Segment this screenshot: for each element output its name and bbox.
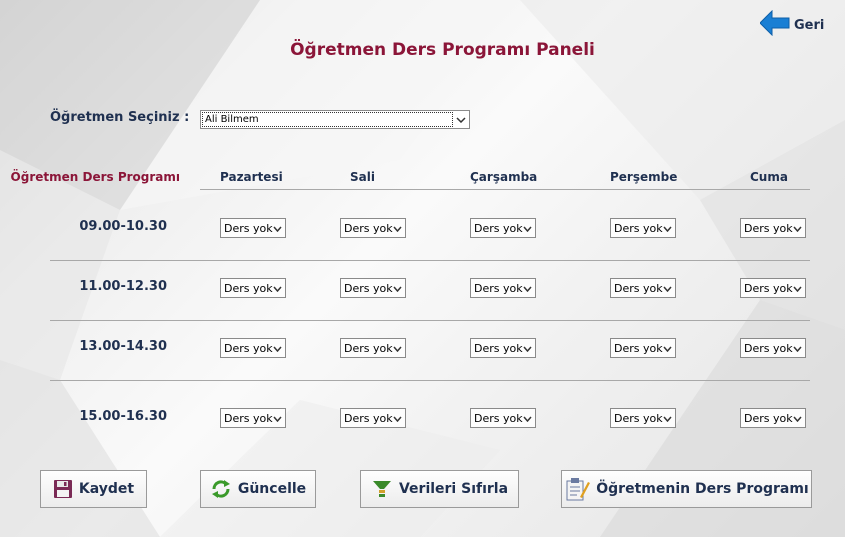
lesson-select-value: Ders yok xyxy=(614,221,663,235)
page-title: Öğretmen Ders Programı Paneli xyxy=(290,40,595,60)
lesson-select-value: Ders yok xyxy=(344,281,393,295)
save-label: Kaydet xyxy=(78,481,135,497)
lesson-select-value: Ders yok xyxy=(224,281,273,295)
lesson-select-value: Ders yok xyxy=(474,411,523,425)
lesson-select[interactable]: Ders yok xyxy=(740,338,806,358)
day-header-pazartesi: Pazartesi xyxy=(220,170,283,184)
refresh-icon xyxy=(210,478,232,500)
lesson-select[interactable]: Ders yok xyxy=(610,278,676,298)
lesson-select-value: Ders yok xyxy=(224,221,273,235)
time-slot-label: 09.00-10.30 xyxy=(79,219,167,234)
lesson-select-value: Ders yok xyxy=(744,221,793,235)
lesson-select[interactable]: Ders yok xyxy=(610,218,676,238)
lesson-select-value: Ders yok xyxy=(344,221,393,235)
chevron-down-icon xyxy=(273,412,282,425)
lesson-select[interactable]: Ders yok xyxy=(470,338,536,358)
row-divider xyxy=(50,380,810,381)
row-divider xyxy=(50,320,810,321)
chevron-down-icon xyxy=(793,412,802,425)
lesson-select[interactable]: Ders yok xyxy=(470,408,536,428)
chevron-down-icon xyxy=(523,222,532,235)
update-button[interactable]: Güncelle xyxy=(200,470,316,508)
teacher-select[interactable]: Ali Bilmem xyxy=(200,110,470,129)
update-label: Güncelle xyxy=(237,481,307,497)
teacher-schedule-label: Öğretmenin Ders Programı xyxy=(596,481,809,497)
lesson-select-value: Ders yok xyxy=(614,281,663,295)
chevron-down-icon xyxy=(393,412,402,425)
lesson-select[interactable]: Ders yok xyxy=(740,278,806,298)
lesson-select-value: Ders yok xyxy=(344,341,393,355)
time-slot-label: 15.00-16.30 xyxy=(79,409,167,424)
save-button[interactable]: Kaydet xyxy=(40,470,147,508)
background-polygons xyxy=(0,0,845,537)
chevron-down-icon xyxy=(663,222,672,235)
lesson-select-value: Ders yok xyxy=(744,281,793,295)
chevron-down-icon xyxy=(663,412,672,425)
header-divider xyxy=(200,189,810,190)
chevron-down-icon xyxy=(393,342,402,355)
lesson-select[interactable]: Ders yok xyxy=(220,278,286,298)
day-header-persembe: Perşembe xyxy=(610,170,678,184)
chevron-down-icon xyxy=(393,222,402,235)
chevron-down-icon xyxy=(273,282,282,295)
teacher-select-value: Ali Bilmem xyxy=(202,112,453,127)
funnel-icon xyxy=(371,478,393,500)
lesson-select[interactable]: Ders yok xyxy=(740,218,806,238)
schedule-corner-label: Öğretmen Ders Programı xyxy=(10,170,180,184)
lesson-select[interactable]: Ders yok xyxy=(220,218,286,238)
clipboard-pencil-icon xyxy=(564,476,591,502)
teacher-select-label: Öğretmen Seçiniz : xyxy=(50,110,190,125)
day-header-carsamba: Çarşamba xyxy=(470,170,538,184)
chevron-down-icon xyxy=(793,342,802,355)
lesson-select[interactable]: Ders yok xyxy=(340,338,406,358)
reset-label: Verileri Sıfırla xyxy=(398,481,509,497)
lesson-select-value: Ders yok xyxy=(744,341,793,355)
chevron-down-icon xyxy=(523,342,532,355)
lesson-select-value: Ders yok xyxy=(744,411,793,425)
chevron-down-icon xyxy=(663,342,672,355)
lesson-select[interactable]: Ders yok xyxy=(610,408,676,428)
back-button[interactable]: Geri xyxy=(759,9,830,40)
lesson-select-value: Ders yok xyxy=(224,341,273,355)
teacher-schedule-button[interactable]: Öğretmenin Ders Programı xyxy=(561,470,812,508)
chevron-down-icon xyxy=(273,342,282,355)
day-header-cuma: Cuma xyxy=(750,170,788,184)
chevron-down-icon xyxy=(793,282,802,295)
floppy-disk-icon xyxy=(53,479,73,499)
lesson-select-value: Ders yok xyxy=(614,341,663,355)
arrow-left-icon xyxy=(759,9,790,40)
lesson-select-value: Ders yok xyxy=(224,411,273,425)
lesson-select-value: Ders yok xyxy=(474,221,523,235)
chevron-down-icon xyxy=(523,412,532,425)
lesson-select-value: Ders yok xyxy=(474,281,523,295)
chevron-down-icon xyxy=(453,116,469,123)
chevron-down-icon xyxy=(793,222,802,235)
row-divider xyxy=(50,260,810,261)
lesson-select[interactable]: Ders yok xyxy=(220,338,286,358)
lesson-select-value: Ders yok xyxy=(474,341,523,355)
back-label: Geri xyxy=(794,17,825,33)
lesson-select-value: Ders yok xyxy=(344,411,393,425)
lesson-select-value: Ders yok xyxy=(614,411,663,425)
lesson-select[interactable]: Ders yok xyxy=(470,278,536,298)
day-header-sali: Sali xyxy=(350,170,375,184)
chevron-down-icon xyxy=(663,282,672,295)
chevron-down-icon xyxy=(523,282,532,295)
chevron-down-icon xyxy=(273,222,282,235)
lesson-select[interactable]: Ders yok xyxy=(610,338,676,358)
time-slot-label: 13.00-14.30 xyxy=(79,339,167,354)
reset-button[interactable]: Verileri Sıfırla xyxy=(360,470,519,508)
chevron-down-icon xyxy=(393,282,402,295)
lesson-select[interactable]: Ders yok xyxy=(740,408,806,428)
lesson-select[interactable]: Ders yok xyxy=(340,278,406,298)
lesson-select[interactable]: Ders yok xyxy=(470,218,536,238)
lesson-select[interactable]: Ders yok xyxy=(340,408,406,428)
time-slot-label: 11.00-12.30 xyxy=(79,279,167,294)
lesson-select[interactable]: Ders yok xyxy=(340,218,406,238)
lesson-select[interactable]: Ders yok xyxy=(220,408,286,428)
